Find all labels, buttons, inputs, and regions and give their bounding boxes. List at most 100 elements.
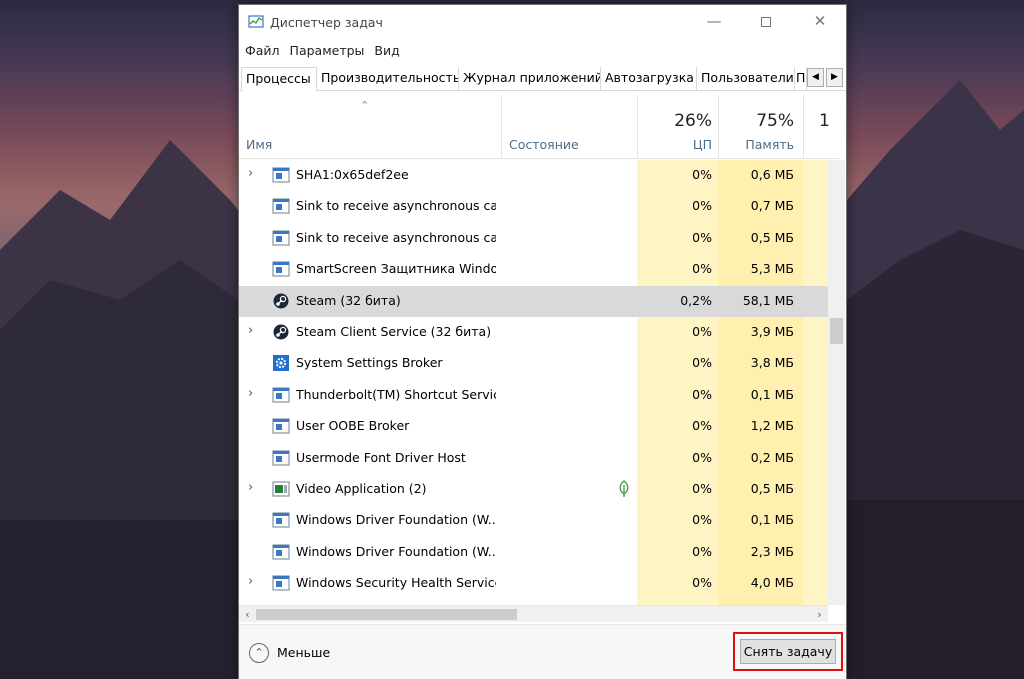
process-name: System Settings Broker [296, 355, 443, 371]
menu-file[interactable]: Файл [245, 43, 280, 63]
process-row[interactable]: Usermode Font Driver Host 0% 0,2 МБ [239, 443, 828, 474]
tab-processes[interactable]: Процессы [241, 67, 317, 92]
highlight-frame: Снять задачу [733, 632, 843, 671]
window-icon [272, 544, 290, 560]
process-memory: 0,1 МБ [750, 386, 794, 402]
steam-icon [272, 293, 290, 309]
column-header: ⌃ Имя Состояние 26% ЦП 75% Память 1 [239, 95, 839, 159]
process-name: Steam Client Service (32 бита) [296, 324, 492, 339]
process-memory: 0,1 МБ [750, 512, 794, 528]
expand-chevron-icon[interactable]: › [248, 574, 253, 589]
process-row[interactable]: Windows Driver Foundation (W... 0% 0,1 МБ [239, 505, 828, 536]
tab-performance[interactable]: Производительность [317, 67, 459, 91]
process-name: Windows Driver Foundation (W... [296, 512, 496, 528]
tab-startup[interactable]: Автозагрузка [601, 67, 697, 91]
close-button[interactable]: ✕ [797, 5, 843, 37]
process-cpu: 0% [692, 198, 712, 214]
maximize-icon [761, 16, 771, 27]
process-memory: 3,8 МБ [750, 355, 794, 371]
process-memory: 2,3 МБ [750, 543, 794, 559]
expand-chevron-icon[interactable]: › [248, 386, 253, 401]
scroll-right-arrow-icon[interactable]: › [811, 606, 828, 623]
column-state[interactable]: Состояние [509, 137, 579, 152]
horizontal-scrollbar[interactable]: ‹ › [239, 605, 828, 622]
fewer-details-link[interactable]: Меньше [277, 645, 330, 660]
end-task-button[interactable]: Снять задачу [740, 639, 836, 664]
process-cpu: 0% [692, 386, 712, 402]
process-row[interactable]: Sink to receive asynchronous cal... 0% 0,7… [239, 191, 828, 222]
process-row[interactable]: User OOBE Broker 0% 1,2 МБ [239, 411, 828, 442]
process-name: Usermode Font Driver Host [296, 449, 466, 465]
column-divider[interactable] [803, 95, 804, 159]
expand-chevron-icon[interactable]: › [248, 480, 253, 495]
process-row[interactable]: › Thunderbolt(TM) Shortcut Service 0% 0,1 М… [239, 380, 828, 411]
tab-scroll-left-button[interactable]: ◀ [807, 68, 824, 87]
process-memory: 0,6 МБ [750, 167, 794, 182]
process-row[interactable]: › Windows Security Health Service 0% 4,0 МБ [239, 568, 828, 599]
tab-scroll-right-button[interactable]: ▶ [826, 68, 843, 87]
title-bar: Диспетчер задач — ✕ [239, 5, 846, 39]
process-memory: 0,5 МБ [750, 229, 794, 245]
process-row[interactable]: Sink to receive asynchronous cal... 0% 0,5… [239, 223, 828, 254]
process-memory: 3,9 МБ [750, 324, 794, 339]
cpu-total-percent[interactable]: 26% [637, 111, 712, 131]
process-row[interactable]: Steam (32 бита) 0,2% 58,1 МБ [239, 285, 828, 317]
maximize-button[interactable] [743, 5, 789, 37]
process-cpu: 0% [692, 449, 712, 465]
window-icon [272, 230, 290, 246]
minimize-button[interactable]: — [691, 5, 737, 37]
process-cpu: 0% [692, 355, 712, 371]
process-memory: 1,2 МБ [750, 418, 794, 434]
process-name: Windows Driver Foundation (W... [296, 543, 496, 559]
process-row[interactable]: › Video Application (2) 0% 0,5 МБ [239, 474, 828, 505]
process-row[interactable]: System Settings Broker 0% 3,8 МБ [239, 348, 828, 379]
column-name[interactable]: Имя [246, 137, 272, 152]
process-row[interactable]: Windows Driver Foundation (W... 0% 2,3 МБ [239, 537, 828, 568]
scroll-left-arrow-icon[interactable]: ‹ [239, 606, 256, 623]
process-cpu: 0,2% [680, 292, 712, 308]
vertical-scrollbar[interactable] [828, 160, 845, 605]
menu-bar: Файл Параметры Вид [245, 43, 400, 63]
tab-strip: Процессы Производительность Журнал прило… [239, 67, 846, 92]
process-list: › SHA1:0x65def2ee 0% 0,6 МБ Sink to receive … [239, 160, 828, 605]
video-icon [272, 481, 290, 497]
collapse-details-icon[interactable]: ⌃ [249, 643, 269, 663]
column-memory[interactable]: Память [718, 137, 794, 152]
window-icon [272, 450, 290, 466]
disk-total-percent[interactable]: 1 [819, 111, 839, 131]
window-icon [272, 167, 290, 183]
tab-app-history[interactable]: Журнал приложений [459, 67, 601, 91]
window-title: Диспетчер задач [270, 15, 383, 30]
horizontal-scroll-thumb[interactable] [256, 609, 517, 620]
process-memory: 0,7 МБ [750, 198, 794, 214]
expand-chevron-icon[interactable]: › [248, 323, 253, 338]
vertical-scroll-thumb[interactable] [830, 318, 843, 344]
menu-options[interactable]: Параметры [290, 43, 365, 63]
process-cpu: 0% [692, 575, 712, 591]
process-row[interactable]: SmartScreen Защитника Windo... 0% 5,3 МБ [239, 254, 828, 285]
sort-ascending-icon: ⌃ [360, 99, 370, 112]
process-memory: 58,1 МБ [742, 292, 794, 308]
expand-chevron-icon[interactable]: › [248, 166, 253, 181]
suspended-leaf-icon [617, 480, 631, 498]
process-name: SmartScreen Защитника Windo... [296, 261, 496, 277]
process-cpu: 0% [692, 261, 712, 277]
column-cpu[interactable]: ЦП [637, 137, 712, 152]
process-row[interactable]: › SHA1:0x65def2ee 0% 0,6 МБ [239, 160, 828, 191]
menu-view[interactable]: Вид [374, 43, 399, 63]
process-name: Sink to receive asynchronous cal... [296, 229, 496, 245]
process-cpu: 0% [692, 418, 712, 434]
process-name: Steam (32 бита) [296, 292, 401, 308]
tab-details[interactable]: По [795, 67, 807, 91]
tab-users[interactable]: Пользователи [697, 67, 795, 91]
window-icon [272, 575, 290, 591]
process-cpu: 0% [692, 481, 712, 496]
gear-icon [272, 355, 290, 372]
process-row[interactable]: › Steam Client Service (32 бита) 0% 3,9 МБ [239, 317, 828, 348]
process-cpu: 0% [692, 324, 712, 339]
process-name: Sink to receive asynchronous cal... [296, 198, 496, 214]
memory-total-percent[interactable]: 75% [718, 111, 794, 131]
task-manager-window: Диспетчер задач — ✕ Файл Параметры Вид П… [238, 4, 847, 679]
column-divider[interactable] [501, 95, 502, 159]
window-icon [272, 512, 290, 528]
